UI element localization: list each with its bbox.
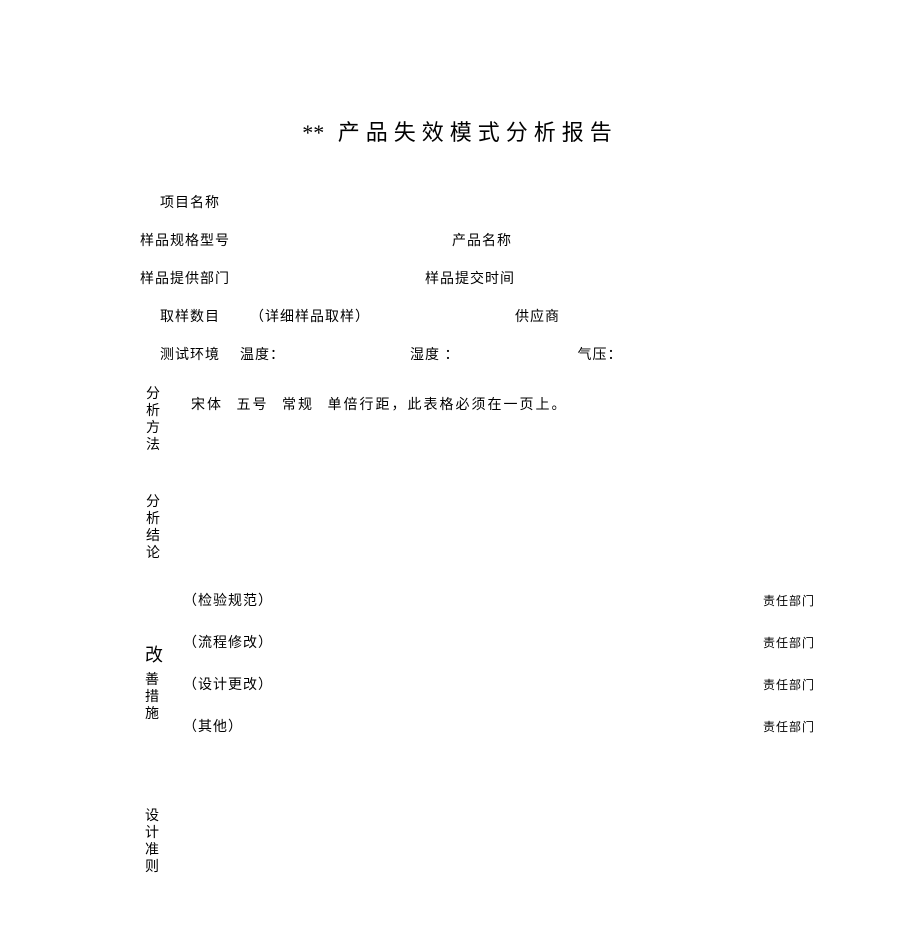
document-title: ** 产品失效模式分析报告	[140, 115, 780, 147]
label-sample-count: 取样数目	[160, 306, 220, 326]
title-text: 产品失效模式分析报告	[338, 120, 618, 145]
document-page: ** 产品失效模式分析报告 项目名称 样品规格型号 产品名称 样品提供部门 样品…	[0, 0, 920, 926]
improve-row-1: （流程修改） 责任部门	[183, 632, 780, 674]
label-improvement-container: 改 善措施	[145, 590, 173, 758]
improve-item-2: （设计更改）	[183, 674, 273, 694]
method-style: 常规	[282, 398, 314, 413]
analysis-method-content: 宋体 五号 常规 单倍行距，此表格必须在一页上。	[161, 386, 780, 454]
label-supplier: 供应商	[515, 306, 560, 326]
label-humidity: 湿度 ：	[410, 344, 460, 364]
label-design-rule: 设计准则	[145, 808, 159, 876]
improve-item-3: （其他）	[183, 716, 243, 736]
label-analysis-method: 分析方法	[145, 386, 161, 454]
label-improve-chars: 善措施	[145, 672, 173, 723]
label-test-env: 测试环境	[160, 344, 220, 364]
improve-resp-3: 责任部门	[763, 718, 815, 735]
label-pressure: 气压：	[578, 344, 623, 364]
label-sample-detail: （详细样品取样）	[250, 306, 370, 326]
label-analysis-conclusion: 分析结论	[145, 494, 161, 566]
label-submit-time: 样品提交时间	[425, 268, 515, 288]
section-analysis-conclusion: 分析结论	[140, 494, 780, 566]
row-spec-product: 样品规格型号 产品名称	[140, 230, 780, 250]
label-temperature: 温度：	[240, 344, 285, 364]
analysis-conclusion-content	[161, 494, 780, 566]
row-dept-submit: 样品提供部门 样品提交时间	[140, 268, 780, 288]
section-analysis-method: 分析方法 宋体 五号 常规 单倍行距，此表格必须在一页上。	[140, 386, 780, 454]
method-size: 五号	[237, 398, 269, 413]
improve-resp-1: 责任部门	[763, 634, 815, 651]
label-improve-char1: 改	[145, 644, 173, 666]
method-spacing: 单倍行距，此表格必须在一页上。	[328, 398, 568, 413]
label-project-name: 项目名称	[160, 192, 220, 212]
label-spec-model: 样品规格型号	[140, 230, 230, 250]
row-project: 项目名称	[140, 192, 780, 212]
improve-item-1: （流程修改）	[183, 632, 273, 652]
improve-row-2: （设计更改） 责任部门	[183, 674, 780, 716]
row-environment: 测试环境 温度： 湿度 ： 气压：	[140, 344, 780, 364]
improvement-body: （检验规范） 责任部门 （流程修改） 责任部门 （设计更改） 责任部门 （其他）…	[173, 590, 780, 758]
row-sample-supplier: 取样数目 （详细样品取样） 供应商	[140, 306, 780, 326]
method-font: 宋体	[191, 398, 223, 413]
label-product-name: 产品名称	[452, 230, 512, 250]
section-design-rule: 设计准则	[145, 808, 780, 876]
improve-row-0: （检验规范） 责任部门	[183, 590, 780, 632]
improve-item-0: （检验规范）	[183, 590, 273, 610]
title-prefix: **	[302, 120, 324, 145]
improve-resp-2: 责任部门	[763, 676, 815, 693]
label-provide-dept: 样品提供部门	[140, 268, 230, 288]
improve-row-3: （其他） 责任部门	[183, 716, 780, 758]
section-improvement: 改 善措施 （检验规范） 责任部门 （流程修改） 责任部门 （设计更改） 责任部…	[140, 590, 780, 758]
improve-resp-0: 责任部门	[763, 592, 815, 609]
